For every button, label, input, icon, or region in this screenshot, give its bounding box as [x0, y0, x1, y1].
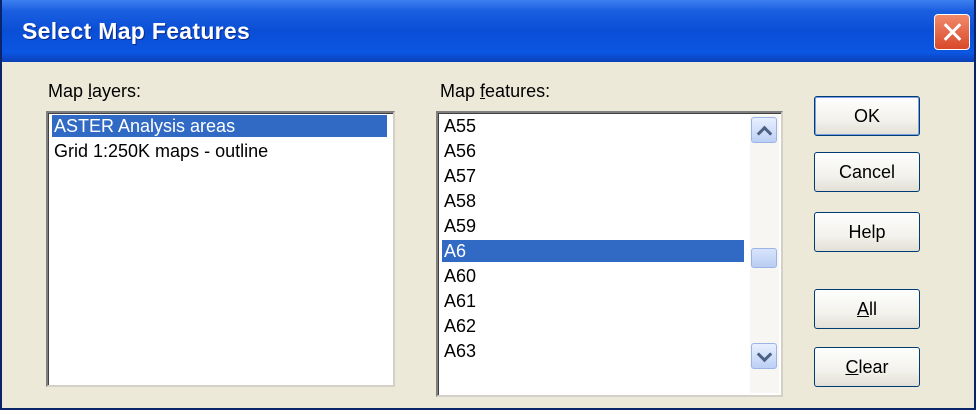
map-features-label: Map features: — [440, 81, 551, 101]
map-layers-list[interactable]: ASTER Analysis areas Grid 1:250K maps - o… — [46, 111, 395, 387]
feature-list-item[interactable]: A57 — [442, 165, 744, 187]
title-bar[interactable]: Select Map Features — [2, 0, 974, 62]
help-button[interactable]: Help — [814, 212, 920, 252]
feature-list-item[interactable]: A58 — [442, 190, 744, 212]
feature-list-item[interactable]: A61 — [442, 290, 744, 312]
window-title: Select Map Features — [22, 18, 251, 44]
feature-list-item[interactable]: A6 — [442, 240, 744, 262]
feature-list-item[interactable]: A60 — [442, 265, 744, 287]
scroll-down-icon[interactable] — [751, 343, 777, 369]
layer-list-item[interactable]: ASTER Analysis areas — [52, 115, 387, 137]
map-features-list[interactable]: A55 A56 A57 A58 A59 A6 A60 A61 A62 A63 — [436, 111, 783, 397]
layer-list-item[interactable]: Grid 1:250K maps - outline — [52, 140, 387, 162]
clear-button[interactable]: Clear — [814, 347, 920, 387]
vertical-scrollbar[interactable] — [750, 115, 779, 393]
ok-button[interactable]: OK — [814, 96, 920, 136]
all-button[interactable]: All — [814, 289, 920, 329]
select-map-features-dialog: Select Map Features Map layers: ASTER An… — [0, 0, 976, 410]
map-layers-label: Map layers: — [48, 81, 142, 101]
feature-list-item[interactable]: A62 — [442, 315, 744, 337]
scroll-up-icon[interactable] — [751, 117, 777, 143]
feature-list-item[interactable]: A56 — [442, 140, 744, 162]
feature-list-item[interactable]: A59 — [442, 215, 744, 237]
feature-list-item[interactable]: A55 — [442, 115, 744, 137]
close-icon[interactable] — [934, 14, 970, 50]
feature-list-item[interactable]: A63 — [442, 340, 744, 362]
scroll-thumb[interactable] — [751, 248, 777, 268]
cancel-button[interactable]: Cancel — [814, 152, 920, 192]
